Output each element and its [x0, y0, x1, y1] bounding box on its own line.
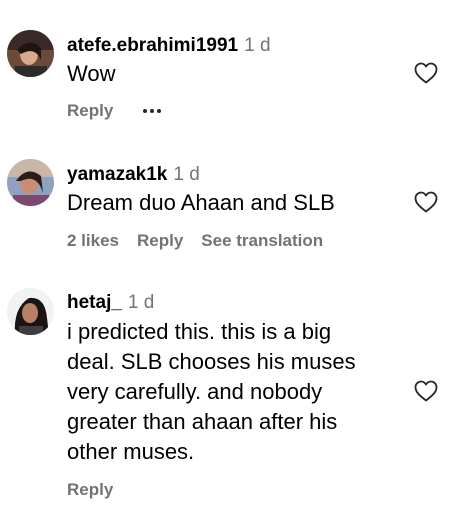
- comment-text: i predicted this. this is a big deal. SL…: [67, 317, 356, 467]
- reply-button[interactable]: Reply: [67, 101, 113, 121]
- timestamp: 1 d: [127, 292, 155, 313]
- comment-header: atefe.ebrahimi1991 1 d: [67, 35, 271, 57]
- comment-actions: Reply: [67, 101, 165, 121]
- timestamp: 1 d: [173, 164, 200, 185]
- comment-text-line: deal. SLB chooses his muses: [67, 349, 356, 374]
- comment-text-line: i predicted this. this is a big: [67, 319, 332, 344]
- reply-button[interactable]: Reply: [67, 480, 113, 500]
- comment-text-line: other muses.: [67, 439, 195, 464]
- comment-actions: 2 likes Reply See translation: [67, 231, 341, 251]
- heart-outline-icon[interactable]: [414, 191, 438, 213]
- comment-text: Dream duo Ahaan and SLB: [67, 190, 335, 215]
- heart-outline-icon[interactable]: [414, 380, 438, 402]
- avatar[interactable]: [7, 288, 54, 335]
- likes-count-link[interactable]: 2 likes: [67, 231, 119, 251]
- comment-header: yamazak1k 1 d: [67, 164, 200, 186]
- ellipsis-icon[interactable]: [139, 109, 165, 113]
- comment-text: Wow: [67, 61, 116, 86]
- comment-text-line: very carefully. and nobody: [67, 379, 323, 404]
- avatar[interactable]: [7, 159, 54, 206]
- timestamp: 1 d: [244, 35, 271, 56]
- reply-button[interactable]: Reply: [137, 231, 183, 251]
- username[interactable]: atefe.ebrahimi1991: [67, 35, 238, 56]
- comment-actions: Reply: [67, 480, 131, 500]
- heart-outline-icon[interactable]: [414, 62, 438, 84]
- see-translation-button[interactable]: See translation: [201, 231, 323, 251]
- username[interactable]: hetaj_: [67, 292, 122, 313]
- comment-header: hetaj_ 1 d: [67, 292, 154, 314]
- comment-text-line: greater than ahaan after his: [67, 409, 338, 434]
- username[interactable]: yamazak1k: [67, 164, 167, 185]
- avatar[interactable]: [7, 30, 54, 77]
